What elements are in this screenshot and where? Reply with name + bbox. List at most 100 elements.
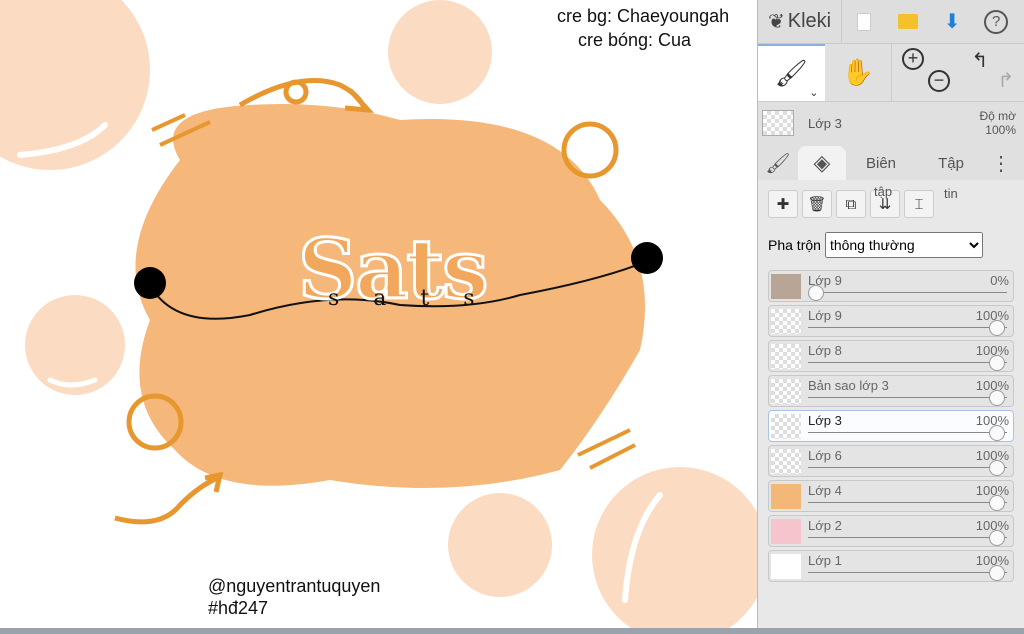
tab-layers[interactable]: ◈ [798, 146, 846, 180]
opacity-slider[interactable] [808, 362, 1007, 363]
layer-opacity: 0% [990, 273, 1009, 288]
opacity-slider[interactable] [808, 467, 1007, 468]
letter: s [463, 286, 475, 311]
layer-thumbnail [771, 414, 801, 439]
current-layer-name: Lớp 3 [808, 115, 842, 131]
layer-item[interactable]: Lớp 4 100% [768, 480, 1014, 512]
opacity-slider[interactable] [808, 397, 1007, 398]
layer-name: Lớp 6 [808, 448, 842, 463]
redo-icon[interactable]: ↱ [998, 68, 1015, 93]
brush-icon: 🖌 [765, 152, 791, 175]
current-layer-thumb [762, 110, 794, 136]
layer-thumbnail [771, 344, 801, 369]
hand-icon: ✋ [841, 57, 874, 87]
tab-edit[interactable]: Biên [846, 146, 916, 180]
bubble [592, 467, 757, 628]
opacity-slider-knob[interactable] [989, 355, 1005, 371]
layer-item[interactable]: Lớp 1 100% [768, 550, 1014, 582]
opacity-slider-knob[interactable] [989, 460, 1005, 476]
letter: s [328, 286, 340, 311]
add-layer-button[interactable]: ✚ [768, 190, 798, 218]
layer-item[interactable]: Lớp 9 0% [768, 270, 1014, 302]
opacity-slider[interactable] [808, 432, 1007, 433]
opacity-slider[interactable] [808, 502, 1007, 503]
layer-thumbnail [771, 519, 801, 544]
layer-item[interactable]: Lớp 6 100% [768, 445, 1014, 477]
layer-thumbnail [771, 554, 801, 579]
layer-item[interactable]: Lớp 8 100% [768, 340, 1014, 372]
string-letters: s a t s [328, 286, 475, 311]
bubble [388, 0, 492, 104]
more-menu-button[interactable]: ⋮ [986, 146, 1016, 180]
delete-layer-button[interactable]: 🗑 [802, 190, 832, 218]
help-icon[interactable]: ? [974, 0, 1018, 44]
overflow-label: tin [944, 186, 958, 201]
chevron-down-icon[interactable]: ⌄ [809, 86, 818, 99]
logo-icon: ❦ [768, 11, 785, 33]
blend-mode-row: Pha trộn thông thường [768, 232, 1014, 258]
credit-bg: cre bg: Chaeyoungah [557, 6, 730, 26]
letter: a [373, 286, 387, 311]
download-icon[interactable]: ⬇ [930, 0, 974, 44]
current-layer-info: Lớp 3 Độ mờ 100% [758, 102, 1024, 144]
brush-icon: 🖌 [774, 58, 808, 88]
pin-dot [134, 267, 166, 299]
overflow-label: tập [874, 184, 893, 199]
layer-thumbnail [771, 309, 801, 334]
history-controls: ↰ ↱ [958, 44, 1024, 101]
drawing-canvas[interactable]: Sats s a t s cre bg: Chaeyoungah cre bón… [0, 0, 757, 628]
hand-tool[interactable]: ✋ [825, 44, 892, 101]
side-panel: ❦ Kleki ⬇ ? 🖌 ⌄ ✋ + − ↰ ↱ Lớp 3 Độ mờ 100%… [757, 0, 1024, 628]
bottom-bar [0, 628, 1024, 634]
opacity-value: 100% [985, 123, 1016, 137]
layer-item[interactable]: Lớp 2 100% [768, 515, 1014, 547]
tab-file[interactable]: Tập [916, 146, 986, 180]
layer-thumbnail [771, 274, 801, 299]
opacity-slider-knob[interactable] [989, 425, 1005, 441]
layer-list: Lớp 9 0% Lớp 9 100% Lớp 8 100% Bản sao l… [768, 270, 1014, 582]
layer-thumbnail [771, 449, 801, 474]
layer-item[interactable]: Bản sao lớp 3 100% [768, 375, 1014, 407]
zoom-in-icon[interactable]: + [902, 48, 924, 70]
orange-ring [561, 121, 619, 179]
zoom-out-icon[interactable]: − [928, 70, 950, 92]
layer-thumbnail [771, 379, 801, 404]
hashtag: #hđ247 [208, 598, 269, 618]
opacity-slider-knob[interactable] [989, 390, 1005, 406]
layer-name: Lớp 4 [808, 483, 842, 498]
logo-text: Kleki [787, 10, 832, 32]
undo-icon[interactable]: ↰ [972, 48, 989, 73]
layer-item[interactable]: Lớp 3 100% [768, 410, 1014, 442]
new-file-icon[interactable] [842, 0, 886, 44]
author-handle: @nguyentrantuquyen [208, 576, 381, 596]
blend-mode-select[interactable]: thông thường [824, 232, 983, 258]
arrow-doodle [114, 475, 219, 525]
credit-shadow: cre bóng: Cua [578, 30, 692, 50]
layer-name: Lớp 2 [808, 518, 842, 533]
opacity-slider-knob[interactable] [989, 320, 1005, 336]
zoom-controls: + − [891, 44, 958, 101]
layer-item[interactable]: Lớp 9 100% [768, 305, 1014, 337]
layer-name: Lớp 1 [808, 553, 842, 568]
layer-name: Lớp 9 [808, 308, 842, 323]
kleki-logo[interactable]: ❦ Kleki [758, 0, 843, 43]
tab-brush[interactable]: 🖌 [758, 146, 798, 180]
layer-name: Lớp 3 [808, 413, 842, 428]
bubble [25, 295, 125, 395]
opacity-slider[interactable] [808, 537, 1007, 538]
rename-layer-button[interactable]: ⌶ [904, 190, 934, 218]
opacity-slider-knob[interactable] [989, 530, 1005, 546]
opacity-slider-knob[interactable] [989, 565, 1005, 581]
opacity-slider[interactable] [808, 292, 1007, 293]
letter: t [420, 286, 430, 311]
duplicate-layer-button[interactable]: ⧉ [836, 190, 866, 218]
opacity-slider[interactable] [808, 572, 1007, 573]
open-folder-icon[interactable] [886, 0, 930, 44]
opacity-slider-knob[interactable] [808, 285, 824, 301]
brush-tool[interactable]: 🖌 ⌄ [758, 44, 825, 101]
pin-dot [631, 242, 663, 274]
opacity-slider-knob[interactable] [989, 495, 1005, 511]
opacity-slider[interactable] [808, 327, 1007, 328]
bubble [448, 493, 552, 597]
layers-icon: ◈ [813, 150, 831, 175]
